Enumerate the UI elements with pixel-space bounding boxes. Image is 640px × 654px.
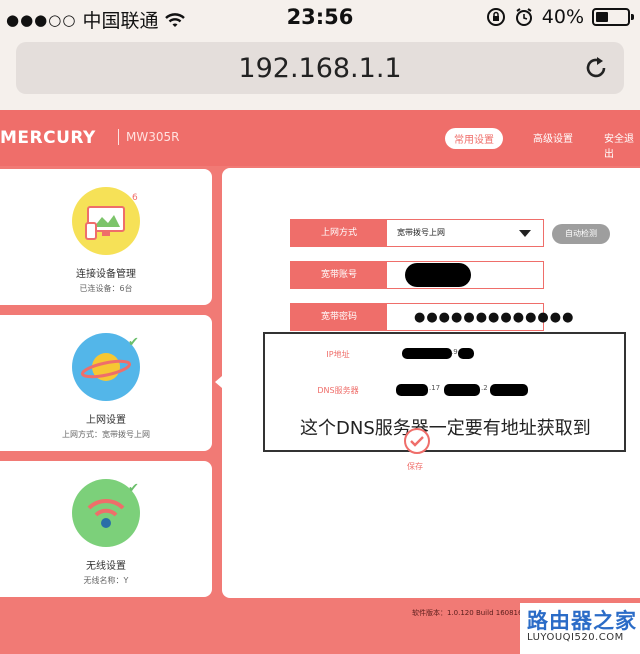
rotation-lock-icon xyxy=(486,8,505,26)
reload-icon[interactable] xyxy=(582,54,610,82)
check-icon: ✔ xyxy=(128,335,139,350)
sidebar-card-devices[interactable]: 6 连接设备管理 已连设备：6台 xyxy=(0,169,212,305)
annotation-text: 这个DNS服务器一定要有地址获取到 xyxy=(300,418,591,439)
tab-common-settings[interactable]: 常用设置 xyxy=(445,128,503,149)
connection-type-label: 上网方式 xyxy=(291,220,387,246)
save-label: 保存 xyxy=(407,462,423,471)
router-model: MW305R xyxy=(126,130,180,144)
url-text: 192.168.1.1 xyxy=(238,53,402,84)
router-header: MERCURY MW305R 常用设置 高级设置 安全退出 xyxy=(0,110,640,166)
card-title-devices: 连接设备管理 xyxy=(76,269,136,280)
check-icon: ✔ xyxy=(128,481,139,496)
logo-divider xyxy=(118,129,119,145)
password-label: 宽带密码 xyxy=(291,304,387,330)
browser-toolbar: 192.168.1.1 xyxy=(0,36,640,110)
address-bar[interactable]: 192.168.1.1 xyxy=(16,42,624,94)
device-count-badge: 6 xyxy=(132,193,138,203)
status-bar: ●●●○○ 中国联通 23:56 40% xyxy=(0,0,640,36)
password-dots: ●●●●●●●●●●●●● xyxy=(414,310,575,325)
card-title-internet: 上网设置 xyxy=(86,415,126,426)
connection-type-value: 宽带拨号上网 xyxy=(397,228,445,237)
connection-type-select[interactable]: 上网方式 宽带拨号上网 xyxy=(290,219,544,247)
chevron-down-icon xyxy=(519,230,531,237)
save-button[interactable] xyxy=(404,428,430,454)
redaction-mark xyxy=(405,263,471,287)
card-subtitle-wireless: 无线名称：Y xyxy=(83,576,129,585)
alarm-icon xyxy=(515,8,532,26)
battery-percent: 40% xyxy=(541,6,584,28)
auto-detect-button[interactable]: 自动检测 xyxy=(552,224,610,244)
sidebar-card-internet[interactable]: ✔ 上网设置 上网方式：宽带拨号上网 xyxy=(0,315,212,451)
tab-logout[interactable]: 安全退出 xyxy=(604,130,640,160)
brand-logo: MERCURY xyxy=(0,128,96,148)
sidebar-card-wireless[interactable]: ✔ 无线设置 无线名称：Y xyxy=(0,461,212,597)
active-card-pointer xyxy=(215,376,222,388)
watermark-url: LUYOUQI520.COM xyxy=(527,632,624,643)
tab-advanced-settings[interactable]: 高级设置 xyxy=(533,130,573,145)
account-label: 宽带账号 xyxy=(291,262,387,288)
check-icon xyxy=(410,436,424,447)
card-subtitle-internet: 上网方式：宽带拨号上网 xyxy=(62,430,150,439)
card-subtitle-devices: 已连设备：6台 xyxy=(79,284,133,293)
card-title-wireless: 无线设置 xyxy=(86,561,126,572)
watermark-title: 路由器之家 xyxy=(527,609,637,633)
devices-icon xyxy=(72,187,140,255)
battery-icon xyxy=(592,8,634,26)
